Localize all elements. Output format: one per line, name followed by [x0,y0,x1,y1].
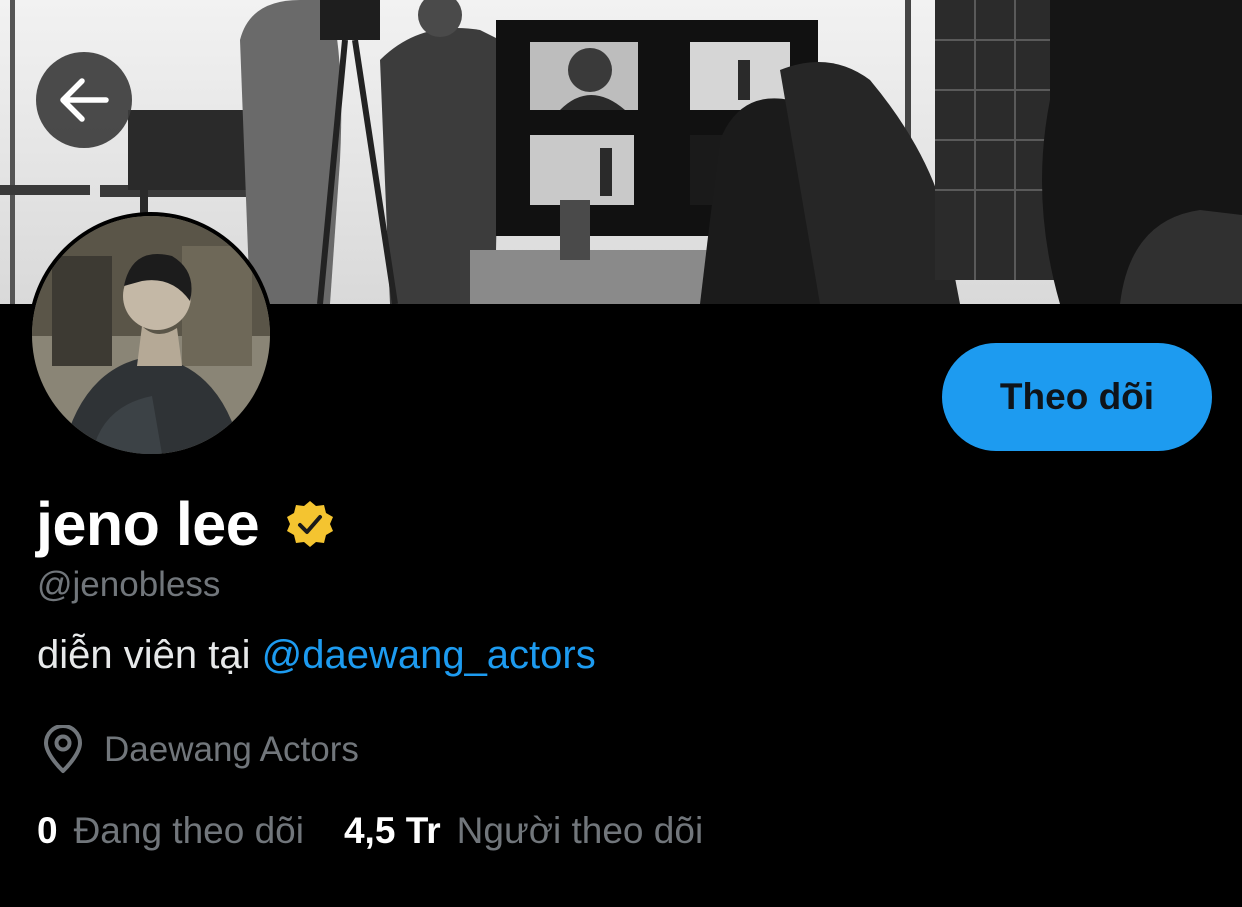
following-count: 0 [37,810,58,851]
avatar-image [32,216,270,454]
profile-bio: diễn viên tại @daewang_actors [37,633,596,678]
followers-stat[interactable]: 4,5 Tr Người theo dõi [344,810,703,852]
back-button[interactable] [36,52,132,148]
arrow-left-icon [60,78,109,122]
followers-count: 4,5 Tr [343,810,441,851]
following-stat[interactable]: 0 Đang theo dõi [37,810,304,852]
followers-label: Người theo dõi [456,810,704,851]
bio-mention-link[interactable]: @daewang_actors [262,633,596,677]
verified-badge-icon[interactable] [285,499,335,549]
profile-handle: @jenobless [37,565,221,604]
stats-row: 0 Đang theo dõi 4,5 Tr Người theo dõi [37,810,703,852]
follow-button[interactable]: Theo dõi [942,343,1212,451]
following-label: Đang theo dõi [73,810,304,851]
display-name: jeno lee [36,490,260,558]
bio-text: diễn viên tại [37,633,262,677]
location-pin-icon [40,724,86,775]
location-row: Daewang Actors [40,724,359,776]
name-row: jeno lee [36,486,335,562]
avatar[interactable] [28,212,274,458]
location-text: Daewang Actors [104,730,359,769]
